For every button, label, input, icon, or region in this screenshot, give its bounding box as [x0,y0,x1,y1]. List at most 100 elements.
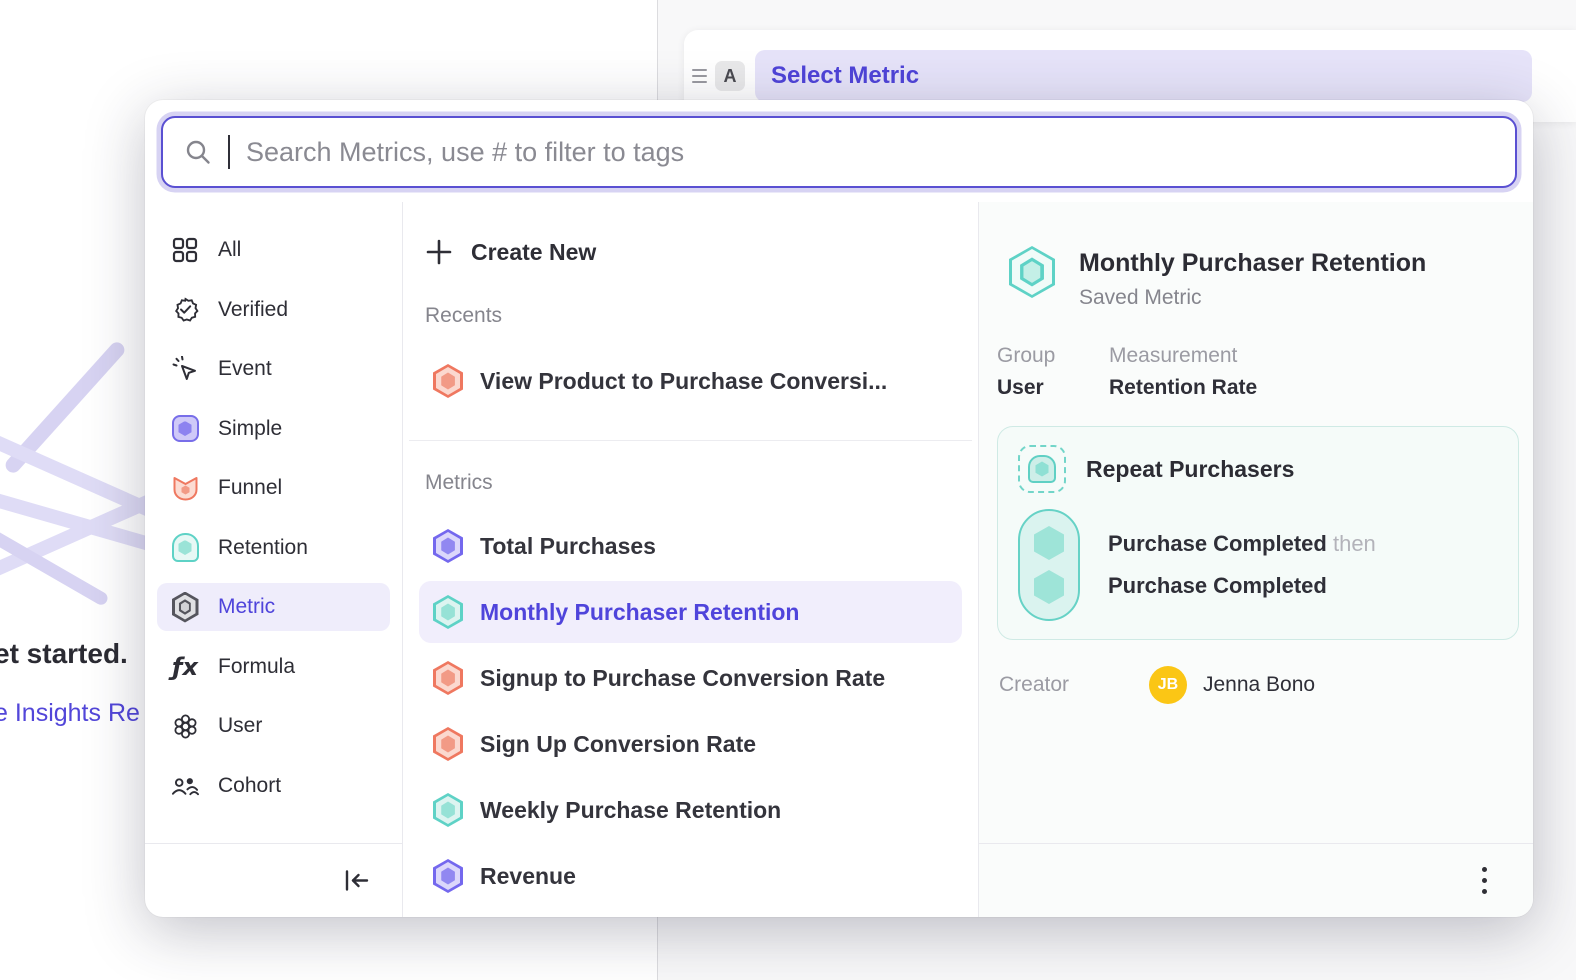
search-box[interactable] [161,116,1517,188]
series-letter-badge: A [715,61,745,91]
metric-row-sign-up-conversion-rate[interactable]: Sign Up Conversion Rate [419,713,962,775]
recents-heading: Recents [425,304,962,328]
hexagon-orange-icon [433,661,463,695]
detail-header: Monthly Purchaser Retention Saved Metric [997,246,1519,310]
sidebar-item-label: Verified [218,298,288,322]
definition-name: Repeat Purchasers [1086,456,1294,483]
metric-list-column: Create New Recents View Product to Purch… [403,202,978,917]
sidebar-item-verified[interactable]: Verified [157,286,390,334]
sidebar-item-label: User [218,714,262,738]
metric-row-total-purchases[interactable]: Total Purchases [419,515,962,577]
metric-hexagon-teal-icon [1009,246,1055,298]
background-heading-partial: et started. [0,638,128,670]
formula-fx-icon: ƒx [171,655,199,679]
retention-definition-icon [1018,445,1066,493]
measurement-value: Retention Rate [1109,376,1257,400]
hexagon-purple-icon [433,859,463,893]
create-new-label: Create New [471,239,596,266]
hexagon-teal-icon [433,595,463,629]
sidebar-item-label: Metric [218,595,275,619]
metrics-heading: Metrics [425,471,962,495]
sidebar-item-formula[interactable]: ƒx Formula [157,643,390,691]
sidebar-item-funnel[interactable]: Funnel [157,464,390,512]
metric-row-monthly-purchaser-retention[interactable]: Monthly Purchaser Retention [419,581,962,643]
sidebar-item-label: All [218,238,241,262]
recent-metric-row[interactable]: View Product to Purchase Conversi... [419,350,962,412]
detail-meta: Group User Measurement Retention Rate [997,344,1519,400]
sidebar-item-label: Event [218,357,272,381]
hexagon-purple-icon [433,529,463,563]
creator-avatar: JB [1149,666,1187,704]
select-metric-button[interactable]: Select Metric [755,50,1532,102]
metric-picker-modal: All Verified [145,100,1533,917]
sidebar-item-label: Cohort [218,774,281,798]
sidebar-item-user[interactable]: User [157,702,390,750]
verified-badge-icon [171,296,199,323]
hexagon-orange-icon [433,727,463,761]
modal-body: All Verified [145,202,1533,917]
metric-row-label: Sign Up Conversion Rate [480,731,756,758]
metric-row-weekly-purchase-retention[interactable]: Weekly Purchase Retention [419,779,962,841]
sidebar-item-metric[interactable]: Metric [157,583,390,631]
group-value: User [997,376,1085,400]
sidebar-item-label: Simple [218,417,282,441]
search-icon [185,139,212,166]
cursor-click-icon [171,356,199,383]
filter-sidebar: All Verified [145,202,403,917]
user-cluster-icon [171,713,199,740]
metric-row-label: Revenue [480,863,576,890]
metric-row-label: Weekly Purchase Retention [480,797,781,824]
recent-metric-label: View Product to Purchase Conversi... [480,368,887,395]
text-caret [228,135,230,169]
drag-handle-icon[interactable] [692,69,707,83]
steps-pill-icon [1018,509,1080,621]
create-new-button[interactable]: Create New [425,230,962,274]
background-link-partial[interactable]: e Insights Re [0,699,140,728]
detail-title: Monthly Purchaser Retention [1079,248,1426,278]
group-label: Group [997,344,1085,368]
metric-detail-panel: Monthly Purchaser Retention Saved Metric… [978,202,1533,917]
plus-icon [425,238,453,266]
select-metric-label: Select Metric [771,62,919,90]
creator-label: Creator [999,673,1149,697]
hexagon-orange-icon [433,364,463,398]
funnel-icon [171,475,199,502]
metric-row-signup-to-purchase-conversion-rate[interactable]: Signup to Purchase Conversion Rate [419,647,962,709]
detail-footer [979,843,1533,917]
sidebar-item-label: Formula [218,655,295,679]
metric-row-label: Monthly Purchaser Retention [480,599,799,626]
metric-row-label: Total Purchases [480,533,656,560]
sidebar-footer [145,843,402,917]
measurement-label: Measurement [1109,344,1257,368]
metric-row-label: Signup to Purchase Conversion Rate [480,665,885,692]
grid-icon [171,237,199,263]
creator-row: Creator JB Jenna Bono [997,666,1519,704]
sidebar-item-label: Retention [218,536,308,560]
sidebar-item-label: Funnel [218,476,282,500]
collapse-sidebar-icon[interactable] [343,867,370,894]
more-options-icon[interactable] [1476,861,1493,900]
creator-name: Jenna Bono [1203,673,1315,697]
sidebar-item-event[interactable]: Event [157,345,390,393]
step-connector: then [1333,531,1376,556]
metric-row-revenue[interactable]: Revenue [419,845,962,907]
hexagon-teal-icon [433,793,463,827]
sidebar-item-all[interactable]: All [157,226,390,274]
step-1: Purchase Completed [1108,531,1327,556]
search-area [145,100,1533,202]
metric-definition-card: Repeat Purchasers Purchase Completed the… [997,426,1519,640]
retention-arch-icon [171,533,199,562]
sidebar-item-simple[interactable]: Simple [157,405,390,453]
section-divider [409,440,972,441]
sidebar-item-retention[interactable]: Retention [157,524,390,572]
step-2: Purchase Completed [1108,573,1327,598]
simple-hexagon-icon [171,415,199,442]
metrics-list: Total Purchases Monthly Purchaser Retent… [419,515,962,907]
cohort-people-icon [171,774,199,798]
metric-hexagon-icon [171,592,199,623]
definition-steps: Purchase Completed then Purchase Complet… [1108,523,1376,607]
search-input[interactable] [246,137,1493,168]
sidebar-item-cohort[interactable]: Cohort [157,762,390,810]
detail-subtitle: Saved Metric [1079,286,1426,310]
filter-list: All Verified [145,202,402,810]
